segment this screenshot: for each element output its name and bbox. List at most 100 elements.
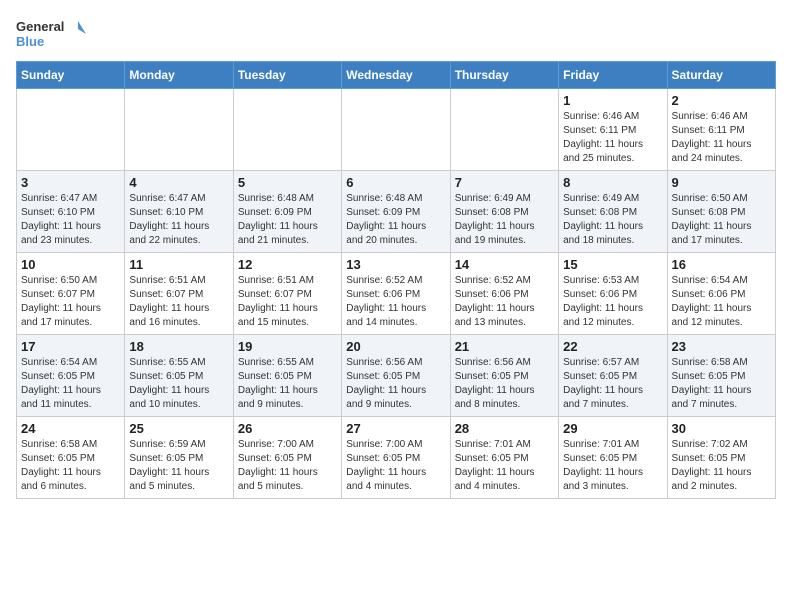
calendar-cell: 19 Sunrise: 6:55 AM Sunset: 6:05 PM Dayli… — [233, 335, 341, 417]
calendar-cell: 5 Sunrise: 6:48 AM Sunset: 6:09 PM Daylig… — [233, 171, 341, 253]
day-number: 15 — [563, 257, 662, 272]
day-info: Sunrise: 7:00 AM Sunset: 6:05 PM Dayligh… — [346, 438, 445, 494]
calendar-cell: 11Sunrise: 6:51 AM Sunset: 6:07 PM Dayli… — [125, 253, 233, 335]
day-number: 17 — [21, 339, 120, 354]
logo: General Blue — [16, 16, 86, 57]
logo-text: General Blue — [16, 16, 86, 57]
calendar-cell: 9 Sunrise: 6:50 AM Sunset: 6:08 PM Daylig… — [667, 171, 775, 253]
day-info: Sunrise: 6:52 AM Sunset: 6:06 PM Dayligh… — [455, 274, 554, 330]
week-row-1: 1 Sunrise: 6:46 AM Sunset: 6:11 PM Daylig… — [17, 89, 776, 171]
calendar-cell: 6 Sunrise: 6:48 AM Sunset: 6:09 PM Daylig… — [342, 171, 450, 253]
day-info: Sunrise: 6:47 AM Sunset: 6:10 PM Dayligh… — [129, 192, 228, 248]
day-info: Sunrise: 6:56 AM Sunset: 6:05 PM Dayligh… — [346, 356, 445, 412]
day-number: 12 — [238, 257, 337, 272]
day-info: Sunrise: 6:47 AM Sunset: 6:10 PM Dayligh… — [21, 192, 120, 248]
calendar-cell: 8 Sunrise: 6:49 AM Sunset: 6:08 PM Daylig… — [559, 171, 667, 253]
day-info: Sunrise: 6:51 AM Sunset: 6:07 PM Dayligh… — [238, 274, 337, 330]
calendar-cell: 1 Sunrise: 6:46 AM Sunset: 6:11 PM Daylig… — [559, 89, 667, 171]
calendar-cell: 4 Sunrise: 6:47 AM Sunset: 6:10 PM Daylig… — [125, 171, 233, 253]
week-row-4: 17 Sunrise: 6:54 AM Sunset: 6:05 PM Dayli… — [17, 335, 776, 417]
week-row-5: 24 Sunrise: 6:58 AM Sunset: 6:05 PM Dayli… — [17, 417, 776, 499]
day-number: 27 — [346, 421, 445, 436]
calendar-cell: 21 Sunrise: 6:56 AM Sunset: 6:05 PM Dayli… — [450, 335, 558, 417]
day-number: 29 — [563, 421, 662, 436]
day-number: 28 — [455, 421, 554, 436]
calendar-body: 1 Sunrise: 6:46 AM Sunset: 6:11 PM Daylig… — [17, 89, 776, 499]
day-info: Sunrise: 6:54 AM Sunset: 6:06 PM Dayligh… — [672, 274, 771, 330]
day-info: Sunrise: 7:01 AM Sunset: 6:05 PM Dayligh… — [563, 438, 662, 494]
day-number: 7 — [455, 175, 554, 190]
day-number: 26 — [238, 421, 337, 436]
svg-text:Blue: Blue — [16, 34, 44, 49]
weekday-header-sunday: Sunday — [17, 62, 125, 89]
calendar-cell — [233, 89, 341, 171]
calendar-cell: 13 Sunrise: 6:52 AM Sunset: 6:06 PM Dayli… — [342, 253, 450, 335]
day-info: Sunrise: 6:55 AM Sunset: 6:05 PM Dayligh… — [238, 356, 337, 412]
calendar-cell: 12 Sunrise: 6:51 AM Sunset: 6:07 PM Dayli… — [233, 253, 341, 335]
day-number: 24 — [21, 421, 120, 436]
calendar-cell: 30 Sunrise: 7:02 AM Sunset: 6:05 PM Dayli… — [667, 417, 775, 499]
calendar-cell: 3 Sunrise: 6:47 AM Sunset: 6:10 PM Daylig… — [17, 171, 125, 253]
svg-text:General: General — [16, 19, 64, 34]
day-number: 2 — [672, 93, 771, 108]
calendar-cell: 17 Sunrise: 6:54 AM Sunset: 6:05 PM Dayli… — [17, 335, 125, 417]
day-number: 4 — [129, 175, 228, 190]
calendar-cell: 29 Sunrise: 7:01 AM Sunset: 6:05 PM Dayli… — [559, 417, 667, 499]
day-number: 13 — [346, 257, 445, 272]
day-info: Sunrise: 7:01 AM Sunset: 6:05 PM Dayligh… — [455, 438, 554, 494]
day-info: Sunrise: 6:46 AM Sunset: 6:11 PM Dayligh… — [563, 110, 662, 166]
day-number: 6 — [346, 175, 445, 190]
day-info: Sunrise: 6:49 AM Sunset: 6:08 PM Dayligh… — [563, 192, 662, 248]
calendar-cell: 25 Sunrise: 6:59 AM Sunset: 6:05 PM Dayli… — [125, 417, 233, 499]
calendar-cell: 24 Sunrise: 6:58 AM Sunset: 6:05 PM Dayli… — [17, 417, 125, 499]
calendar-cell: 20 Sunrise: 6:56 AM Sunset: 6:05 PM Dayli… — [342, 335, 450, 417]
day-number: 21 — [455, 339, 554, 354]
day-number: 16 — [672, 257, 771, 272]
weekday-header-monday: Monday — [125, 62, 233, 89]
day-info: Sunrise: 6:55 AM Sunset: 6:05 PM Dayligh… — [129, 356, 228, 412]
day-number: 9 — [672, 175, 771, 190]
day-number: 8 — [563, 175, 662, 190]
day-info: Sunrise: 6:51 AM Sunset: 6:07 PM Dayligh… — [129, 274, 228, 330]
weekday-header-friday: Friday — [559, 62, 667, 89]
day-info: Sunrise: 6:56 AM Sunset: 6:05 PM Dayligh… — [455, 356, 554, 412]
day-number: 18 — [129, 339, 228, 354]
calendar-header: SundayMondayTuesdayWednesdayThursdayFrid… — [17, 62, 776, 89]
day-info: Sunrise: 6:59 AM Sunset: 6:05 PM Dayligh… — [129, 438, 228, 494]
day-info: Sunrise: 6:54 AM Sunset: 6:05 PM Dayligh… — [21, 356, 120, 412]
week-row-3: 10Sunrise: 6:50 AM Sunset: 6:07 PM Dayli… — [17, 253, 776, 335]
day-number: 22 — [563, 339, 662, 354]
day-number: 5 — [238, 175, 337, 190]
calendar-cell: 7Sunrise: 6:49 AM Sunset: 6:08 PM Daylig… — [450, 171, 558, 253]
day-info: Sunrise: 7:02 AM Sunset: 6:05 PM Dayligh… — [672, 438, 771, 494]
day-number: 14 — [455, 257, 554, 272]
page-header: General Blue — [16, 16, 776, 57]
calendar-cell: 10Sunrise: 6:50 AM Sunset: 6:07 PM Dayli… — [17, 253, 125, 335]
day-info: Sunrise: 6:57 AM Sunset: 6:05 PM Dayligh… — [563, 356, 662, 412]
day-number: 10 — [21, 257, 120, 272]
day-number: 3 — [21, 175, 120, 190]
day-number: 20 — [346, 339, 445, 354]
day-number: 19 — [238, 339, 337, 354]
calendar-cell — [450, 89, 558, 171]
day-number: 1 — [563, 93, 662, 108]
day-number: 30 — [672, 421, 771, 436]
day-number: 25 — [129, 421, 228, 436]
day-info: Sunrise: 7:00 AM Sunset: 6:05 PM Dayligh… — [238, 438, 337, 494]
day-info: Sunrise: 6:58 AM Sunset: 6:05 PM Dayligh… — [672, 356, 771, 412]
day-info: Sunrise: 6:52 AM Sunset: 6:06 PM Dayligh… — [346, 274, 445, 330]
day-info: Sunrise: 6:58 AM Sunset: 6:05 PM Dayligh… — [21, 438, 120, 494]
weekday-row: SundayMondayTuesdayWednesdayThursdayFrid… — [17, 62, 776, 89]
calendar-cell: 26 Sunrise: 7:00 AM Sunset: 6:05 PM Dayli… — [233, 417, 341, 499]
calendar-table: SundayMondayTuesdayWednesdayThursdayFrid… — [16, 61, 776, 499]
day-info: Sunrise: 6:48 AM Sunset: 6:09 PM Dayligh… — [346, 192, 445, 248]
week-row-2: 3 Sunrise: 6:47 AM Sunset: 6:10 PM Daylig… — [17, 171, 776, 253]
weekday-header-thursday: Thursday — [450, 62, 558, 89]
calendar-cell: 16 Sunrise: 6:54 AM Sunset: 6:06 PM Dayli… — [667, 253, 775, 335]
calendar-cell — [17, 89, 125, 171]
weekday-header-saturday: Saturday — [667, 62, 775, 89]
calendar-cell: 2Sunrise: 6:46 AM Sunset: 6:11 PM Daylig… — [667, 89, 775, 171]
day-info: Sunrise: 6:48 AM Sunset: 6:09 PM Dayligh… — [238, 192, 337, 248]
day-info: Sunrise: 6:50 AM Sunset: 6:08 PM Dayligh… — [672, 192, 771, 248]
calendar-cell — [125, 89, 233, 171]
